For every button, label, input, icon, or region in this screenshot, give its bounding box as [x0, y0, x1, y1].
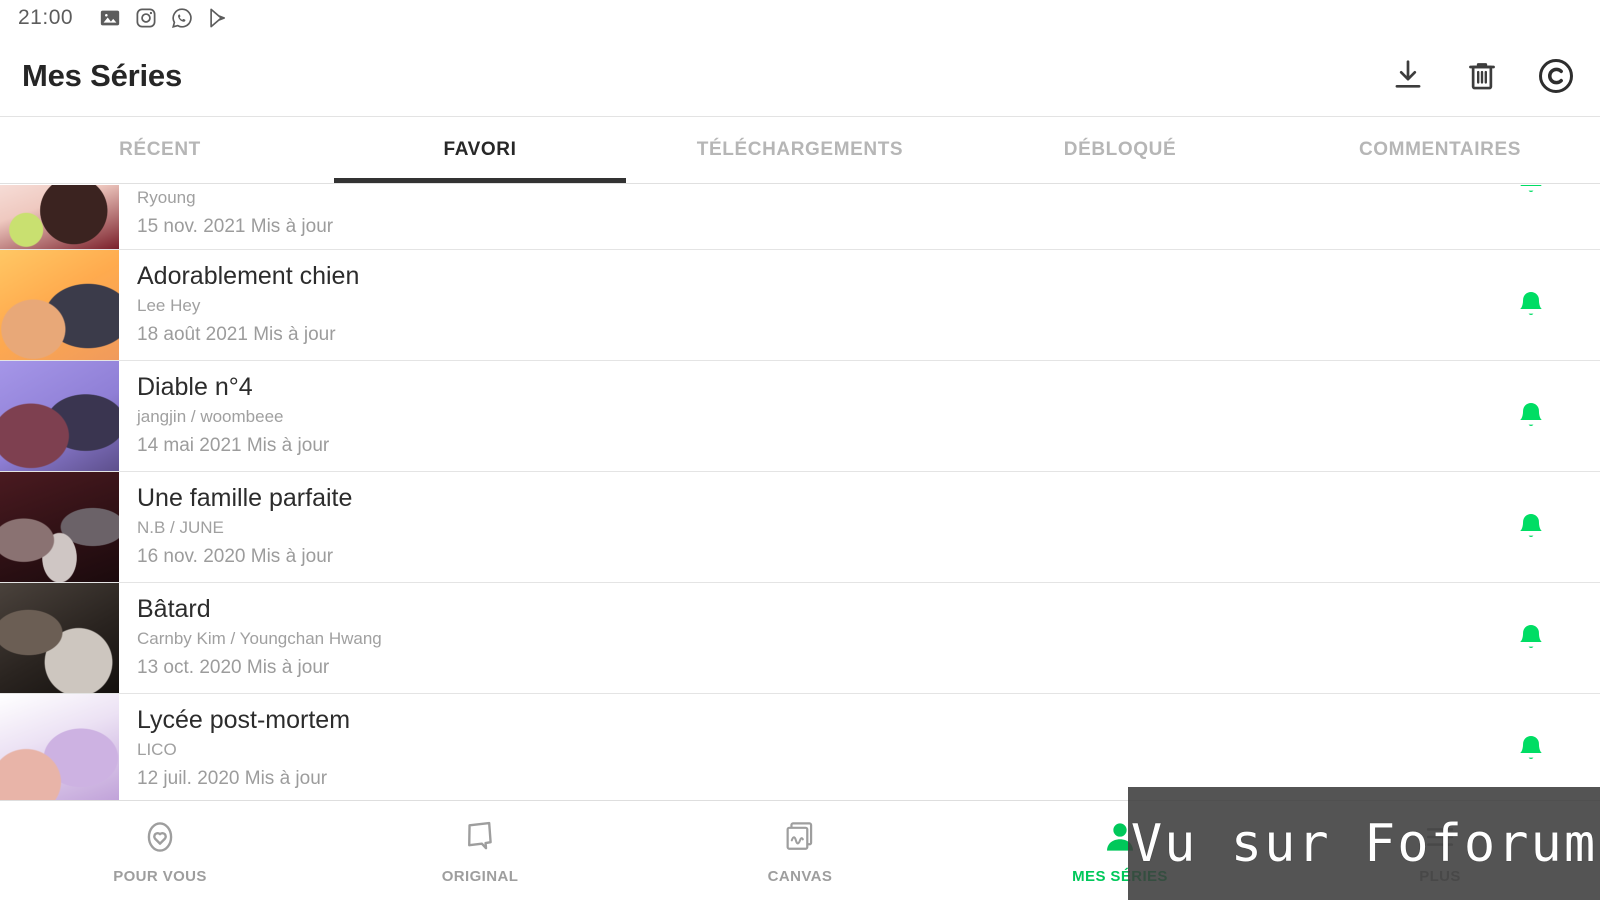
series-info: Une famille parfaite N.B / JUNE 16 nov. …	[119, 472, 1600, 582]
series-date: 18 août 2021 Mis à jour	[137, 323, 336, 345]
app-bar: Mes Séries	[0, 36, 1600, 117]
app-root: 21:00 Mes Séries RÉCENT FAVORI TÉLÉCHARG…	[0, 0, 1600, 900]
nav-label: MES SÉRIES	[1072, 867, 1168, 885]
tab-label: RÉCENT	[119, 139, 201, 160]
table-row[interactable]: Ryoung 15 nov. 2021 Mis à jour	[0, 185, 1600, 250]
series-author: Ryoung	[137, 188, 196, 207]
series-title: Adorablement chien	[137, 261, 360, 290]
notification-bell-icon[interactable]	[1514, 621, 1548, 655]
nav-label: PLUS	[1419, 867, 1461, 885]
series-thumbnail	[0, 361, 119, 471]
notification-bell-icon[interactable]	[1514, 288, 1548, 322]
tab-label: FAVORI	[443, 139, 517, 160]
series-date: 13 oct. 2020 Mis à jour	[137, 656, 330, 678]
series-author: jangjin / woombeee	[137, 407, 284, 427]
status-bar: 21:00	[0, 0, 1600, 36]
nav-item-mes-series[interactable]: MES SÉRIES	[960, 801, 1280, 900]
torn-paper-icon	[461, 817, 499, 857]
series-author: Lee Hey	[137, 296, 201, 316]
notification-bell-icon[interactable]	[1514, 399, 1548, 433]
play-store-icon	[207, 7, 229, 29]
canvas-pages-icon	[781, 817, 819, 857]
notification-bell-icon[interactable]	[1514, 510, 1548, 544]
whatsapp-icon	[171, 7, 193, 29]
tab-telechargements[interactable]: TÉLÉCHARGEMENTS	[640, 117, 960, 183]
series-author: Carnby Kim / Youngchan Hwang	[137, 629, 382, 649]
series-date: 16 nov. 2020 Mis à jour	[137, 545, 334, 567]
series-list[interactable]: Ryoung 15 nov. 2021 Mis à jour Adorablem…	[0, 185, 1600, 800]
tab-label: DÉBLOQUÉ	[1063, 139, 1177, 160]
table-row[interactable]: Bâtard Carnby Kim / Youngchan Hwang 13 o…	[0, 583, 1600, 694]
tab-debloque[interactable]: DÉBLOQUÉ	[960, 117, 1280, 183]
tab-recent[interactable]: RÉCENT	[0, 117, 320, 183]
series-author: N.B / JUNE	[137, 518, 224, 538]
series-title: Lycée post-mortem	[137, 705, 351, 734]
nav-label: ORIGINAL	[441, 867, 519, 885]
series-info: Lycée post-mortem LICO 12 juil. 2020 Mis…	[119, 694, 1600, 800]
series-title: Bâtard	[137, 594, 211, 623]
notification-bell-icon[interactable]	[1514, 185, 1548, 199]
nav-item-original[interactable]: ORIGINAL	[320, 801, 640, 900]
nav-label: CANVAS	[767, 867, 833, 885]
person-icon	[1101, 817, 1139, 857]
series-thumbnail	[0, 472, 119, 582]
bottom-navigation: POUR VOUS ORIGINAL CANVAS MES SÉRIES PLU	[0, 800, 1600, 900]
tab-favori[interactable]: FAVORI	[320, 117, 640, 183]
download-icon[interactable]	[1388, 56, 1428, 96]
app-bar-actions	[1388, 56, 1576, 96]
heart-oval-icon	[141, 817, 179, 857]
series-info: Ryoung 15 nov. 2021 Mis à jour	[119, 185, 1600, 249]
series-date: 12 juil. 2020 Mis à jour	[137, 767, 328, 789]
page-title: Mes Séries	[22, 58, 182, 93]
table-row[interactable]: Diable n°4 jangjin / woombeee 14 mai 202…	[0, 361, 1600, 472]
series-date: 15 nov. 2021 Mis à jour	[137, 215, 334, 237]
series-author: LICO	[137, 740, 177, 760]
instagram-icon	[135, 7, 157, 29]
series-info: Diable n°4 jangjin / woombeee 14 mai 202…	[119, 361, 1600, 471]
series-thumbnail	[0, 250, 119, 360]
series-info: Adorablement chien Lee Hey 18 août 2021 …	[119, 250, 1600, 360]
copyright-icon[interactable]	[1536, 56, 1576, 96]
tab-label: COMMENTAIRES	[1358, 139, 1521, 160]
more-icon	[1421, 817, 1459, 857]
trash-icon[interactable]	[1462, 56, 1502, 96]
series-title: Diable n°4	[137, 372, 253, 401]
gallery-icon	[99, 7, 121, 29]
tab-bar: RÉCENT FAVORI TÉLÉCHARGEMENTS DÉBLOQUÉ C…	[0, 117, 1600, 184]
series-info: Bâtard Carnby Kim / Youngchan Hwang 13 o…	[119, 583, 1600, 693]
notification-bell-icon[interactable]	[1514, 732, 1548, 766]
nav-item-canvas[interactable]: CANVAS	[640, 801, 960, 900]
tab-label: TÉLÉCHARGEMENTS	[696, 139, 904, 160]
status-time: 21:00	[18, 6, 74, 29]
nav-label: POUR VOUS	[113, 867, 207, 885]
status-icon-group	[99, 7, 229, 29]
series-thumbnail	[0, 583, 119, 693]
nav-item-plus[interactable]: PLUS	[1280, 801, 1600, 900]
tab-commentaires[interactable]: COMMENTAIRES	[1280, 117, 1600, 183]
series-title: Une famille parfaite	[137, 483, 353, 512]
series-date: 14 mai 2021 Mis à jour	[137, 434, 330, 456]
table-row[interactable]: Lycée post-mortem LICO 12 juil. 2020 Mis…	[0, 694, 1600, 800]
table-row[interactable]: Adorablement chien Lee Hey 18 août 2021 …	[0, 250, 1600, 361]
series-thumbnail	[0, 185, 119, 249]
table-row[interactable]: Une famille parfaite N.B / JUNE 16 nov. …	[0, 472, 1600, 583]
series-thumbnail	[0, 694, 119, 800]
nav-item-pour-vous[interactable]: POUR VOUS	[0, 801, 320, 900]
